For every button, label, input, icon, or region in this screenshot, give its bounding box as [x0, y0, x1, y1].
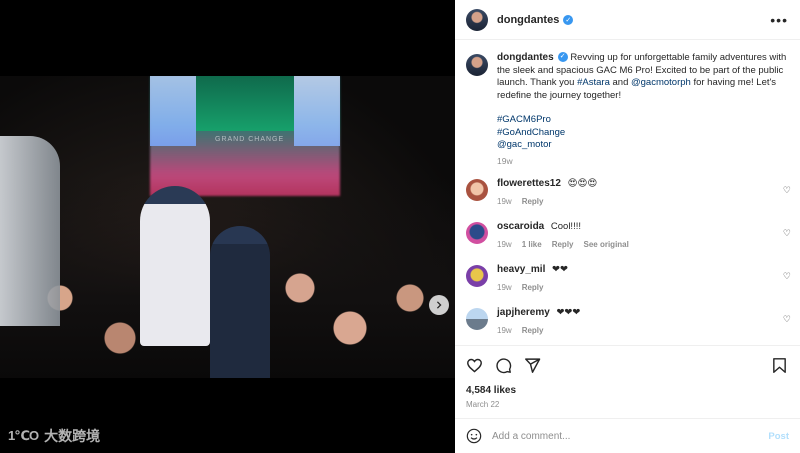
verified-icon: ✓: [563, 14, 574, 25]
chevron-right-icon: [436, 301, 442, 309]
stage-screen: [196, 76, 294, 131]
share-icon[interactable]: [524, 357, 541, 374]
comment-input[interactable]: [492, 430, 769, 442]
comment-likes[interactable]: 1 like: [522, 239, 542, 251]
comment-time: 19w: [497, 197, 512, 206]
post-button[interactable]: Post: [768, 431, 789, 442]
car: [0, 136, 60, 326]
comment-item: oscaroida Cool!!!! 19w 1 like Reply See …: [455, 221, 800, 251]
more-options-button[interactable]: •••: [770, 12, 788, 28]
post-header: dongdantes ✓ •••: [455, 0, 800, 40]
comment-icon[interactable]: [495, 357, 512, 374]
comment-item: japjheremy ❤❤❤ 19w Reply ♡: [455, 307, 800, 337]
reply-button[interactable]: Reply: [522, 196, 544, 208]
post-photo[interactable]: GRAND CHANGE: [0, 76, 455, 378]
officer-2: [210, 226, 270, 378]
watermark-text: 大数跨境: [44, 428, 101, 444]
heart-icon[interactable]: [466, 357, 483, 374]
comments-section[interactable]: dongdantes ✓ Revving up for unforgettable…: [455, 41, 800, 345]
watermark-logo: 1℃O: [8, 428, 39, 443]
header-username[interactable]: dongdantes: [497, 14, 559, 26]
likes-count[interactable]: 4,584 likes: [466, 385, 788, 396]
comment-text: ❤❤: [552, 264, 568, 275]
caption-and: and: [609, 77, 631, 88]
comment-time: 19w: [497, 326, 512, 335]
avatar[interactable]: [466, 265, 488, 287]
comment-time: 19w: [497, 240, 512, 249]
comment-like-icon[interactable]: ♡: [783, 271, 791, 282]
officer: [140, 186, 210, 346]
reply-button[interactable]: Reply: [522, 282, 544, 294]
see-original-button[interactable]: See original: [584, 239, 629, 251]
caption-avatar[interactable]: [466, 54, 488, 76]
next-photo-button[interactable]: [429, 295, 449, 315]
comment-like-icon[interactable]: ♡: [783, 228, 791, 239]
comment-like-icon[interactable]: ♡: [783, 185, 791, 196]
reply-button[interactable]: Reply: [552, 239, 574, 251]
hashtag-link[interactable]: #GoAndChange: [497, 127, 787, 140]
comment-text: 😍😍😍: [567, 178, 598, 189]
action-row: [466, 355, 788, 375]
avatar[interactable]: [466, 222, 488, 244]
post-panel: dongdantes ✓ ••• dongdantes ✓ Revving up …: [455, 0, 800, 453]
mention-link[interactable]: @gacmotorph: [631, 77, 691, 88]
hashtags: #GACM6Pro #GoAndChange @gac_motor: [497, 114, 787, 152]
comment-username[interactable]: japjheremy: [497, 307, 550, 318]
caption-time: 19w: [497, 155, 513, 166]
comment-username[interactable]: oscaroida: [497, 221, 544, 232]
emoji-icon[interactable]: [466, 428, 482, 444]
comment-text: ❤❤❤: [556, 307, 581, 318]
comment-item: flowerettes12 😍😍😍 19w Reply ♡: [455, 178, 800, 208]
comment-username[interactable]: heavy_mil: [497, 264, 545, 275]
avatar[interactable]: [466, 8, 488, 31]
comment-username[interactable]: flowerettes12: [497, 178, 561, 189]
caption: dongdantes ✓ Revving up for unforgettable…: [455, 41, 800, 167]
caption-username[interactable]: dongdantes: [497, 52, 554, 63]
verified-icon: ✓: [557, 52, 568, 63]
post-date: March 22: [466, 400, 500, 409]
reply-button[interactable]: Reply: [522, 325, 544, 337]
avatar[interactable]: [466, 179, 488, 201]
stage-sign: GRAND CHANGE: [215, 136, 285, 143]
media-area: GRAND CHANGE 1℃O 大数跨境: [0, 0, 455, 453]
stage-light-left: [150, 76, 196, 146]
watermark: 1℃O 大数跨境: [8, 426, 100, 446]
hashtag-link[interactable]: #GACM6Pro: [497, 114, 787, 127]
post-actions: 4,584 likes March 22: [455, 345, 800, 409]
comment-time: 19w: [497, 283, 512, 292]
mention-link[interactable]: #Astara: [577, 77, 610, 88]
bookmark-icon[interactable]: [771, 357, 788, 374]
comment-like-icon[interactable]: ♡: [783, 314, 791, 325]
avatar[interactable]: [466, 308, 488, 330]
caption-body: dongdantes ✓ Revving up for unforgettable…: [497, 52, 787, 167]
comment-text: Cool!!!!: [550, 221, 581, 232]
stage-light-right: [294, 76, 340, 146]
hashtag-link[interactable]: @gac_motor: [497, 139, 787, 152]
add-comment-bar: Post: [455, 418, 800, 453]
comment-item: heavy_mil ❤❤ 19w Reply ♡: [455, 264, 800, 294]
